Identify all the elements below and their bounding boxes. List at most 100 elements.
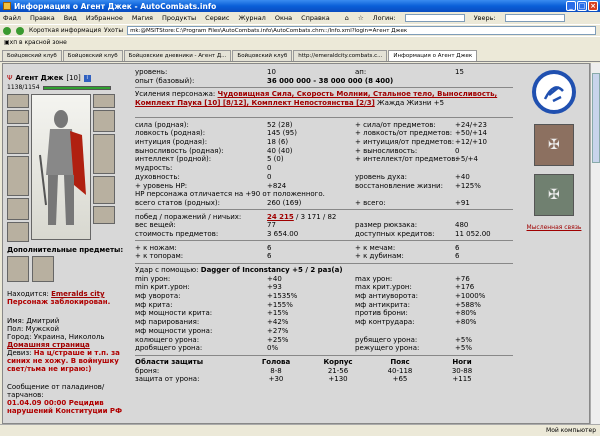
stat-label: рубящего урона: [355, 335, 418, 344]
menu-windows[interactable]: Окна [275, 14, 292, 22]
bookmark-link[interactable]: хп в красной зоне [10, 39, 67, 46]
stat-label: духовность: [135, 172, 180, 181]
home-icon[interactable]: ⌂ [345, 14, 349, 22]
menu-journal[interactable]: Журнал [238, 14, 265, 22]
equip-slot[interactable] [93, 110, 115, 132]
status-bar: Мой компьютер [0, 424, 600, 436]
menu-file[interactable]: Файл [3, 14, 21, 22]
armor-row: защита от урона: +30 +130 +65 +115 [135, 375, 513, 384]
armor-row: Области защиты Голова Корпус Пояс Ноги [135, 358, 513, 367]
stat-label: мудрость: [135, 164, 173, 173]
stat-row: мудрость: 0 [135, 164, 513, 173]
flag-icon[interactable]: ✠ [534, 124, 574, 166]
mental-link[interactable]: Мысленная связь [519, 224, 589, 231]
stats-panel: уровень: 10 ап: 15 опыт (базовый): 36 000 00… [135, 68, 513, 384]
equip-slot[interactable] [7, 198, 29, 220]
tab-4[interactable]: Бойцовский клуб [232, 50, 293, 61]
armor-cell: Голова [261, 357, 291, 366]
stat-value: 5 (0) [267, 155, 284, 164]
maximize-button[interactable]: □ [577, 1, 587, 11]
menu-favorites[interactable]: Избранное [86, 14, 123, 22]
name-label: Имя: [7, 317, 25, 325]
equip-slot[interactable] [93, 94, 115, 108]
page-content: Ψ Агент Джек [10] i 1138/1154 Дополнител… [2, 63, 590, 424]
divider [135, 240, 513, 242]
scrollbar[interactable] [590, 63, 600, 424]
scroll-thumb[interactable] [592, 73, 600, 163]
equip-slot[interactable] [93, 206, 115, 224]
stat-value: +125% [455, 181, 481, 190]
back-button[interactable] [3, 26, 13, 35]
url-input[interactable]: mk:@MSITStore:C:\Program Files\AutoComba… [127, 26, 596, 35]
clans-button[interactable]: Ухоты [104, 27, 123, 34]
stat-value: +176 [455, 283, 475, 292]
wins-value[interactable]: 24 215 [267, 213, 294, 221]
stat-row: мф мощности крита: +15% против брони: +80% [135, 309, 513, 318]
extra-items-title: Дополнительные предметы: [7, 246, 124, 254]
flag-icon[interactable]: ✠ [534, 174, 574, 216]
stat-value: 40 (40) [267, 146, 293, 155]
menu-view[interactable]: Вид [64, 14, 77, 22]
stat-value: +42% [267, 318, 289, 327]
menu-service[interactable]: Сервис [205, 14, 229, 22]
login-input[interactable] [404, 14, 465, 22]
tab-2[interactable]: Бойцовский клуб [62, 50, 123, 61]
stat-row: + к топорам: 6 + к дубинам: 6 [135, 252, 513, 261]
clan-emblem[interactable] [532, 70, 576, 114]
stat-row: + уровень HP: +824 восстановление жизни: +1… [135, 181, 513, 190]
menu-edit[interactable]: Правка [30, 14, 55, 22]
menu-help[interactable]: Справка [301, 14, 330, 22]
equip-slot[interactable] [7, 222, 29, 242]
tab-5[interactable]: http://emeraldcity.combats.c... [293, 50, 388, 61]
menu-products[interactable]: Продукты [162, 14, 196, 22]
equip-slot[interactable] [93, 134, 115, 174]
armor-cell: Корпус [323, 357, 353, 366]
cost-label: стоимость предметов: [135, 229, 219, 238]
city-label: Город: [7, 333, 32, 341]
hp-text: 1138/1154 [7, 84, 40, 91]
stat-value: 52 (28) [267, 120, 293, 129]
armor-cell: +115 [452, 375, 472, 384]
armor-cell: Пояс [390, 357, 410, 366]
divider [135, 209, 513, 211]
stat-label: + к ножам: [135, 243, 177, 252]
stat-row: выносливость (родная): 40 (40) + выносливо… [135, 146, 513, 155]
divider [135, 87, 513, 89]
menu-magic[interactable]: Магия [132, 14, 153, 22]
buffs-label: Усиления персонажа: [135, 90, 216, 99]
equip-slot[interactable] [7, 156, 29, 196]
bag-label: размер рюкзака: [355, 221, 418, 230]
link-bar: ▣ хп в красной зоне [0, 36, 600, 48]
stat-label: сила (родная): [135, 120, 189, 129]
extra-item[interactable] [7, 256, 29, 282]
stat-value: 0 [267, 164, 272, 173]
weight-label: вес вещей: [135, 221, 176, 230]
short-info-button[interactable]: Короткая информация [29, 27, 101, 34]
credits-value: 11 052.00 [455, 229, 491, 238]
info-icon[interactable]: i [83, 74, 91, 82]
blocked-text: Персонаж заблокирован. [7, 298, 111, 306]
combat-rows: min урон: +40 max урон: +76 min крит.урон: +9… [135, 274, 513, 353]
stat-row: интеллект (родной): 5 (0) + интеллект/от п… [135, 155, 513, 164]
forward-button[interactable] [16, 26, 26, 35]
equip-slot[interactable] [7, 110, 29, 124]
homepage-link[interactable]: Домашняя страница [7, 341, 131, 349]
close-button[interactable]: × [588, 1, 598, 11]
armor-cell: броня: [135, 366, 160, 375]
equip-slot[interactable] [93, 176, 115, 204]
tab-active[interactable]: Информация о Агент Джек [388, 50, 478, 61]
location-link[interactable]: Emeralds city [51, 290, 104, 298]
level-select[interactable] [504, 14, 565, 22]
equip-slot[interactable] [7, 94, 29, 108]
stat-label: мф антиуворота: [355, 292, 418, 301]
equip-slot[interactable] [7, 126, 29, 154]
tab-1[interactable]: Бойцовский клуб [2, 50, 62, 61]
minimize-button[interactable]: _ [566, 1, 576, 11]
stat-label: max крит.урон: [355, 283, 412, 292]
extra-item[interactable] [32, 256, 54, 282]
bag-value: 480 [455, 221, 469, 230]
character-panel: Ψ Агент Джек [10] i 1138/1154 Дополнител… [7, 66, 131, 415]
toolbar-icon[interactable]: ☆ [358, 14, 364, 22]
tab-3[interactable]: Бойцовские дневники - Агент Д... [123, 50, 232, 61]
stat-label: интеллект (родной): [135, 155, 212, 164]
